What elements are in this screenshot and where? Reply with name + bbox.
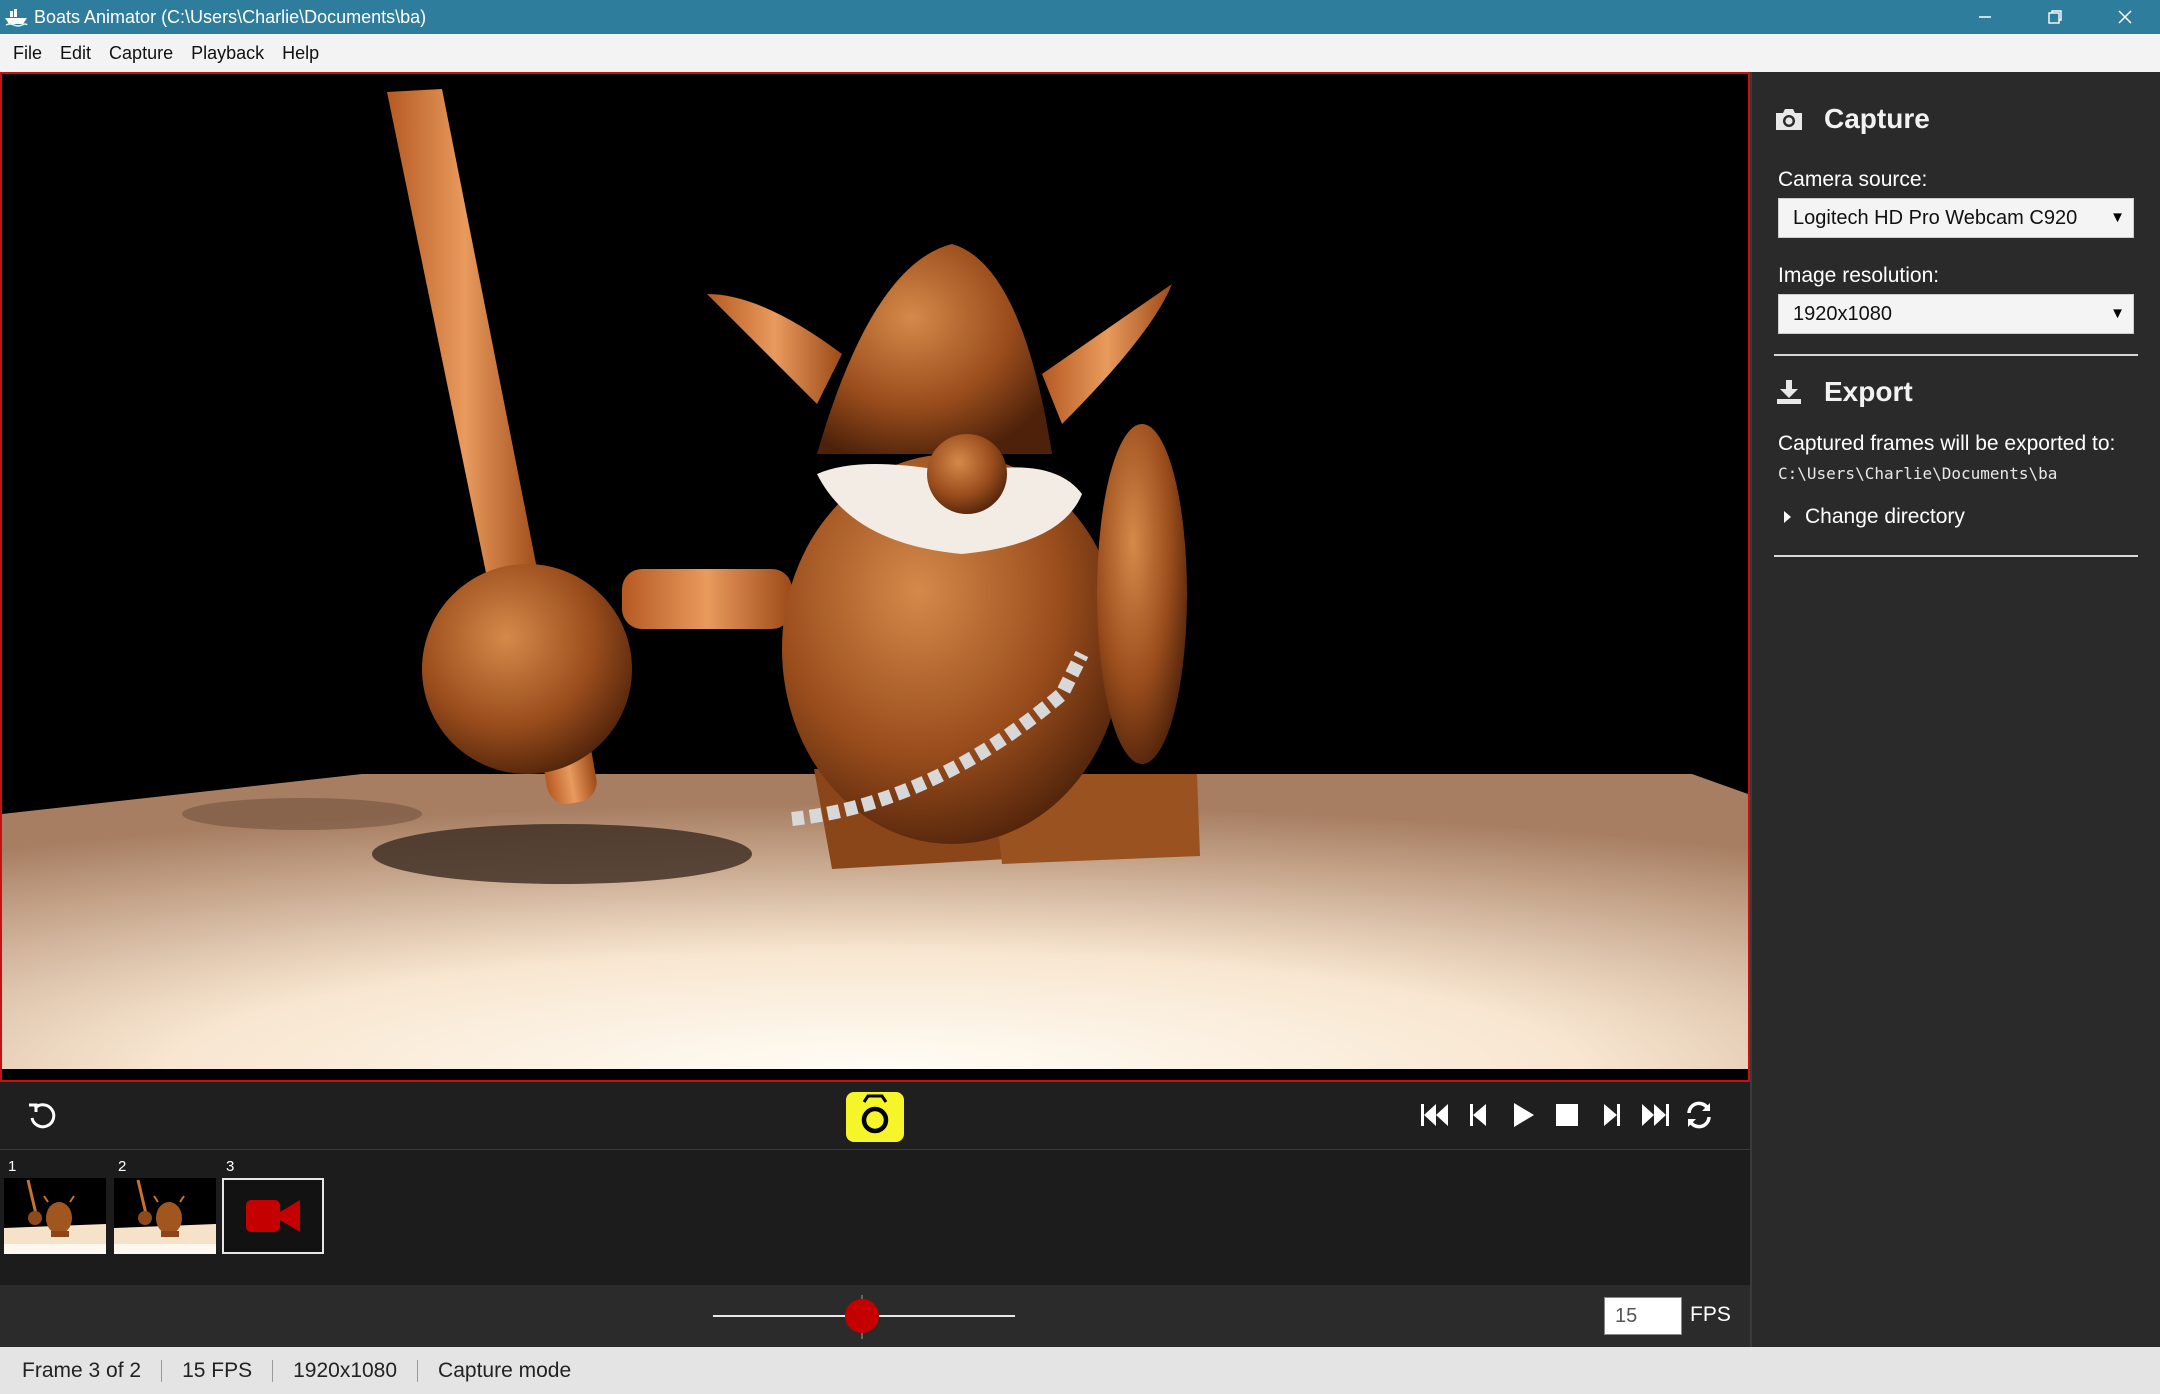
sidebar-panel: Capture Camera source: Logitech HD Pro W… [1750,72,2160,1347]
skip-first-icon[interactable] [1420,1100,1450,1130]
close-icon[interactable] [2090,0,2160,34]
export-section-header: Export [1774,356,2140,422]
step-forward-icon[interactable] [1596,1100,1626,1130]
capture-section-header: Capture [1774,72,2140,152]
timeline-bar: 15 FPS [0,1285,1750,1347]
export-heading: Export [1824,376,1913,407]
camera-source-label: Camera source: [1778,168,1928,191]
video-camera-icon [246,1200,300,1232]
menu-capture[interactable]: Capture [100,34,182,72]
camera-icon [1774,106,1804,132]
frame-image [114,1178,216,1254]
controls-bar [0,1082,1750,1150]
status-mode: Capture mode [438,1358,572,1382]
play-icon[interactable] [1508,1100,1538,1130]
camera-source-value: Logitech HD Pro Webcam C920 [1793,206,2078,229]
window-title: Boats Animator (C:\Users\Charlie\Documen… [34,6,427,27]
capture-frame-button[interactable] [846,1092,904,1142]
download-icon [1774,379,1804,405]
frame-number: 1 [8,1158,17,1175]
title-bar: Boats Animator (C:\Users\Charlie\Documen… [0,0,2160,34]
capture-heading: Capture [1824,103,1930,134]
stop-icon[interactable] [1552,1100,1582,1130]
change-directory-label: Change directory [1805,505,1965,528]
fps-label: FPS [1690,1303,1731,1326]
undo-icon[interactable] [26,1100,58,1132]
live-view-frame[interactable]: 3 [222,1158,324,1254]
status-separator [417,1359,419,1382]
skip-last-icon[interactable] [1640,1100,1670,1130]
frame-number: 3 [226,1158,235,1175]
timeline-slider-thumb[interactable] [845,1299,879,1333]
image-resolution-label: Image resolution: [1778,264,1940,287]
status-resolution: 1920x1080 [293,1358,398,1382]
fps-input[interactable]: 15 [1604,1297,1682,1335]
status-bar: Frame 3 of 2 15 FPS 1920x1080 Capture mo… [0,1347,2160,1394]
menu-file[interactable]: File [4,34,51,72]
dropdown-arrow-icon: ▼ [2110,305,2125,322]
step-back-icon[interactable] [1464,1100,1494,1130]
status-separator [272,1359,274,1382]
export-path: C:\Users\Charlie\Documents\ba [1778,464,2058,483]
playback-controls [1420,1100,1714,1130]
menu-bar: File Edit Capture Playback Help [0,34,2160,72]
frame-thumbnail[interactable]: 1 [4,1158,106,1254]
frame-strip: 1 2 3 [0,1150,1750,1285]
frame-thumbnail[interactable]: 2 [114,1158,216,1254]
menu-playback[interactable]: Playback [182,34,273,72]
export-description: Captured frames will be exported to: [1778,432,2116,455]
expand-triangle-icon [1784,511,1791,523]
change-directory-toggle[interactable]: Change directory [1784,505,2140,529]
status-separator [161,1359,163,1382]
camera-source-select[interactable]: Logitech HD Pro Webcam C920 ▼ [1778,198,2134,238]
loop-icon[interactable] [1684,1100,1714,1130]
frame-image [4,1178,106,1254]
camera-preview [0,72,1750,1082]
status-frame: Frame 3 of 2 [22,1358,142,1382]
preview-image [2,74,1748,1080]
frame-number: 2 [118,1158,127,1175]
section-divider [1774,555,2138,557]
dropdown-arrow-icon: ▼ [2110,209,2125,226]
minimize-icon[interactable] [1950,0,2020,34]
menu-edit[interactable]: Edit [51,34,100,72]
camera-icon [861,1094,889,1134]
live-view-thumb [222,1178,324,1254]
status-fps: 15 FPS [182,1358,253,1382]
image-resolution-value: 1920x1080 [1793,302,1892,325]
app-boat-icon [4,7,28,27]
menu-help[interactable]: Help [273,34,328,72]
image-resolution-select[interactable]: 1920x1080 ▼ [1778,294,2134,334]
restore-icon[interactable] [2020,0,2090,34]
